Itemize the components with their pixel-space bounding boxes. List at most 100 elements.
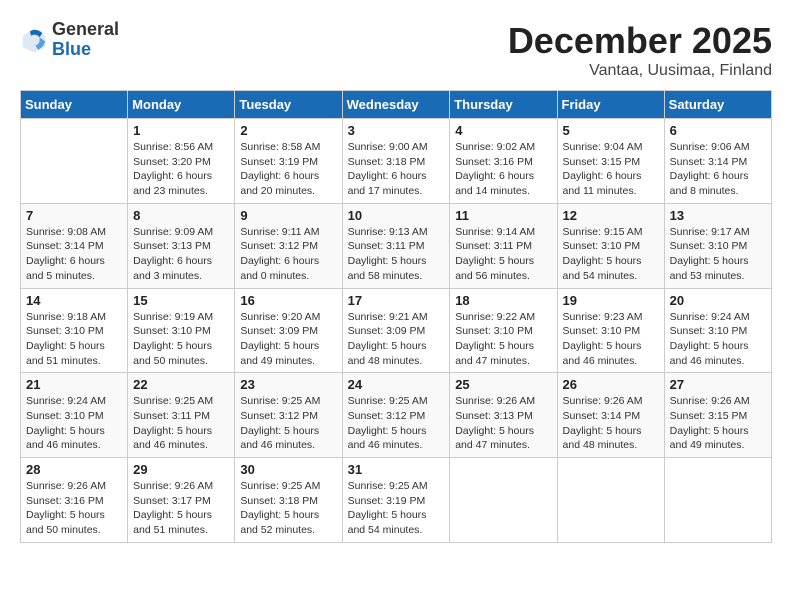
calendar-cell: 13 Sunrise: 9:17 AM Sunset: 3:10 PM Dayli…: [664, 203, 771, 288]
day-info: Sunrise: 9:26 AM Sunset: 3:16 PM Dayligh…: [26, 479, 122, 538]
day-number: 10: [348, 208, 445, 223]
calendar-cell: 10 Sunrise: 9:13 AM Sunset: 3:11 PM Dayli…: [342, 203, 450, 288]
calendar-cell: 4 Sunrise: 9:02 AM Sunset: 3:16 PM Daylig…: [450, 119, 557, 204]
logo-general: General: [52, 20, 119, 40]
calendar-cell: 9Sunrise: 9:11 AM Sunset: 3:12 PM Daylig…: [235, 203, 342, 288]
day-info: Sunrise: 9:17 AM Sunset: 3:10 PM Dayligh…: [670, 225, 766, 284]
day-info: Sunrise: 9:06 AM Sunset: 3:14 PM Dayligh…: [670, 140, 766, 199]
day-info: Sunrise: 9:22 AM Sunset: 3:10 PM Dayligh…: [455, 310, 551, 369]
day-info: Sunrise: 9:24 AM Sunset: 3:10 PM Dayligh…: [670, 310, 766, 369]
calendar-cell: 21 Sunrise: 9:24 AM Sunset: 3:10 PM Dayli…: [21, 373, 128, 458]
day-of-week-header: Thursday: [450, 91, 557, 119]
day-info: Sunrise: 9:25 AM Sunset: 3:19 PM Dayligh…: [348, 479, 445, 538]
day-number: 20: [670, 293, 766, 308]
day-number: 6: [670, 123, 766, 138]
logo: General Blue: [20, 20, 119, 60]
calendar-cell: 3 Sunrise: 9:00 AM Sunset: 3:18 PM Daylig…: [342, 119, 450, 204]
calendar-week-row: 14 Sunrise: 9:18 AM Sunset: 3:10 PM Dayli…: [21, 288, 772, 373]
day-number: 2: [240, 123, 336, 138]
day-of-week-header: Tuesday: [235, 91, 342, 119]
calendar-week-row: 1 Sunrise: 8:56 AM Sunset: 3:20 PM Daylig…: [21, 119, 772, 204]
calendar-cell: 22Sunrise: 9:25 AM Sunset: 3:11 PM Dayli…: [128, 373, 235, 458]
calendar-cell: 11 Sunrise: 9:14 AM Sunset: 3:11 PM Dayli…: [450, 203, 557, 288]
day-info: Sunrise: 9:00 AM Sunset: 3:18 PM Dayligh…: [348, 140, 445, 199]
location: Vantaa, Uusimaa, Finland: [508, 62, 772, 80]
day-number: 18: [455, 293, 551, 308]
day-number: 15: [133, 293, 229, 308]
calendar-cell: 17Sunrise: 9:21 AM Sunset: 3:09 PM Dayli…: [342, 288, 450, 373]
day-number: 28: [26, 462, 122, 477]
logo-icon: [20, 26, 48, 54]
day-info: Sunrise: 9:25 AM Sunset: 3:12 PM Dayligh…: [240, 394, 336, 453]
calendar-cell: 20 Sunrise: 9:24 AM Sunset: 3:10 PM Dayli…: [664, 288, 771, 373]
day-info: Sunrise: 9:13 AM Sunset: 3:11 PM Dayligh…: [348, 225, 445, 284]
day-info: Sunrise: 9:15 AM Sunset: 3:10 PM Dayligh…: [563, 225, 659, 284]
day-number: 24: [348, 377, 445, 392]
day-info: Sunrise: 9:25 AM Sunset: 3:11 PM Dayligh…: [133, 394, 229, 453]
day-info: Sunrise: 9:14 AM Sunset: 3:11 PM Dayligh…: [455, 225, 551, 284]
day-number: 25: [455, 377, 551, 392]
calendar-cell: 26Sunrise: 9:26 AM Sunset: 3:14 PM Dayli…: [557, 373, 664, 458]
day-number: 12: [563, 208, 659, 223]
day-number: 23: [240, 377, 336, 392]
calendar-cell: 2Sunrise: 8:58 AM Sunset: 3:19 PM Daylig…: [235, 119, 342, 204]
day-number: 11: [455, 208, 551, 223]
day-info: Sunrise: 9:20 AM Sunset: 3:09 PM Dayligh…: [240, 310, 336, 369]
calendar-cell: 6 Sunrise: 9:06 AM Sunset: 3:14 PM Daylig…: [664, 119, 771, 204]
day-info: Sunrise: 9:25 AM Sunset: 3:12 PM Dayligh…: [348, 394, 445, 453]
calendar-week-row: 28 Sunrise: 9:26 AM Sunset: 3:16 PM Dayli…: [21, 458, 772, 543]
calendar-cell: 27Sunrise: 9:26 AM Sunset: 3:15 PM Dayli…: [664, 373, 771, 458]
calendar-cell: 19 Sunrise: 9:23 AM Sunset: 3:10 PM Dayli…: [557, 288, 664, 373]
day-info: Sunrise: 9:19 AM Sunset: 3:10 PM Dayligh…: [133, 310, 229, 369]
calendar-cell: 15 Sunrise: 9:19 AM Sunset: 3:10 PM Dayli…: [128, 288, 235, 373]
day-info: Sunrise: 9:26 AM Sunset: 3:15 PM Dayligh…: [670, 394, 766, 453]
calendar-cell: [664, 458, 771, 543]
day-number: 30: [240, 462, 336, 477]
day-number: 13: [670, 208, 766, 223]
day-info: Sunrise: 9:24 AM Sunset: 3:10 PM Dayligh…: [26, 394, 122, 453]
day-number: 7: [26, 208, 122, 223]
page-header: General Blue December 2025 Vantaa, Uusim…: [20, 20, 772, 80]
day-info: Sunrise: 9:11 AM Sunset: 3:12 PM Dayligh…: [240, 225, 336, 284]
day-of-week-header: Wednesday: [342, 91, 450, 119]
day-number: 19: [563, 293, 659, 308]
day-number: 3: [348, 123, 445, 138]
day-number: 21: [26, 377, 122, 392]
day-of-week-header: Sunday: [21, 91, 128, 119]
day-number: 1: [133, 123, 229, 138]
day-info: Sunrise: 9:04 AM Sunset: 3:15 PM Dayligh…: [563, 140, 659, 199]
day-number: 17: [348, 293, 445, 308]
day-info: Sunrise: 9:25 AM Sunset: 3:18 PM Dayligh…: [240, 479, 336, 538]
calendar-cell: 16 Sunrise: 9:20 AM Sunset: 3:09 PM Dayli…: [235, 288, 342, 373]
calendar-cell: 25 Sunrise: 9:26 AM Sunset: 3:13 PM Dayli…: [450, 373, 557, 458]
day-info: Sunrise: 9:18 AM Sunset: 3:10 PM Dayligh…: [26, 310, 122, 369]
calendar-cell: 18 Sunrise: 9:22 AM Sunset: 3:10 PM Dayli…: [450, 288, 557, 373]
calendar-cell: 8Sunrise: 9:09 AM Sunset: 3:13 PM Daylig…: [128, 203, 235, 288]
day-info: Sunrise: 9:08 AM Sunset: 3:14 PM Dayligh…: [26, 225, 122, 284]
logo-blue: Blue: [52, 40, 119, 60]
calendar-cell: 29Sunrise: 9:26 AM Sunset: 3:17 PM Dayli…: [128, 458, 235, 543]
calendar-header-row: SundayMondayTuesdayWednesdayThursdayFrid…: [21, 91, 772, 119]
day-of-week-header: Saturday: [664, 91, 771, 119]
day-of-week-header: Monday: [128, 91, 235, 119]
day-number: 8: [133, 208, 229, 223]
calendar-cell: 12 Sunrise: 9:15 AM Sunset: 3:10 PM Dayli…: [557, 203, 664, 288]
day-number: 4: [455, 123, 551, 138]
day-number: 14: [26, 293, 122, 308]
title-block: December 2025 Vantaa, Uusimaa, Finland: [508, 20, 772, 80]
day-info: Sunrise: 9:26 AM Sunset: 3:14 PM Dayligh…: [563, 394, 659, 453]
calendar-cell: 5 Sunrise: 9:04 AM Sunset: 3:15 PM Daylig…: [557, 119, 664, 204]
day-info: Sunrise: 9:23 AM Sunset: 3:10 PM Dayligh…: [563, 310, 659, 369]
day-number: 16: [240, 293, 336, 308]
day-number: 29: [133, 462, 229, 477]
calendar-cell: [450, 458, 557, 543]
day-info: Sunrise: 8:56 AM Sunset: 3:20 PM Dayligh…: [133, 140, 229, 199]
day-number: 5: [563, 123, 659, 138]
calendar-cell: [21, 119, 128, 204]
calendar-week-row: 7 Sunrise: 9:08 AM Sunset: 3:14 PM Daylig…: [21, 203, 772, 288]
calendar-cell: [557, 458, 664, 543]
day-info: Sunrise: 9:26 AM Sunset: 3:13 PM Dayligh…: [455, 394, 551, 453]
calendar-cell: 30 Sunrise: 9:25 AM Sunset: 3:18 PM Dayli…: [235, 458, 342, 543]
calendar-table: SundayMondayTuesdayWednesdayThursdayFrid…: [20, 90, 772, 543]
day-info: Sunrise: 9:02 AM Sunset: 3:16 PM Dayligh…: [455, 140, 551, 199]
